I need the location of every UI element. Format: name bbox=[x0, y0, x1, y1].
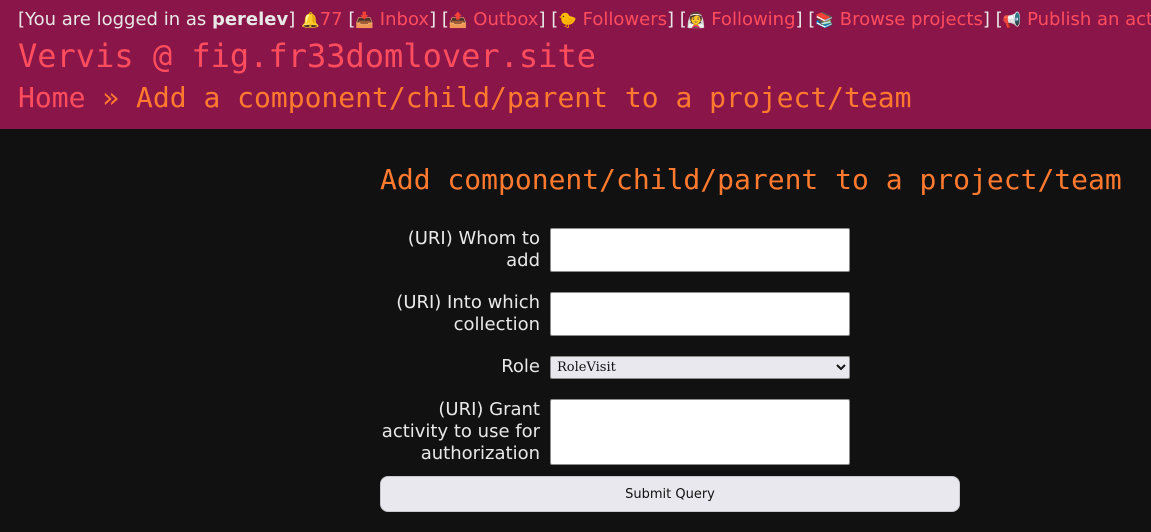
chick-icon: 🐤 bbox=[558, 11, 577, 29]
outbox-label: Outbox bbox=[473, 9, 539, 30]
role-select[interactable]: RoleVisit bbox=[550, 356, 850, 379]
outbox-tray-icon: 📤 bbox=[448, 11, 468, 29]
breadcrumb-separator: » bbox=[102, 81, 120, 114]
breadcrumb-home-link[interactable]: Home bbox=[18, 81, 85, 114]
notifications-count: 77 bbox=[319, 9, 343, 30]
whom-to-add-input[interactable] bbox=[550, 228, 850, 272]
publish-activity-label: Publish an activity bbox=[1027, 9, 1151, 30]
role-label: Role bbox=[501, 356, 540, 377]
megaphone-icon: 📢 bbox=[1002, 11, 1022, 29]
person-icon: 👰 bbox=[686, 11, 706, 29]
username: perelev bbox=[211, 9, 289, 30]
grant-activity-label: (URI) Grant activity to use for authoriz… bbox=[381, 399, 540, 464]
grant-activity-textarea[interactable] bbox=[550, 399, 850, 465]
outbox-link[interactable]: 📤 Outbox bbox=[449, 9, 539, 30]
inbox-link[interactable]: 📥 Inbox bbox=[355, 9, 429, 30]
bell-icon: 🔔 bbox=[301, 11, 320, 29]
logged-in-suffix: ] bbox=[288, 9, 296, 30]
books-icon: 📚 bbox=[815, 11, 834, 29]
breadcrumb-current: Add a component/child/parent to a projec… bbox=[136, 81, 912, 114]
browse-projects-label: Browse projects bbox=[839, 9, 983, 30]
header-bar: [You are logged in as perelev] 🔔77 [📥 In… bbox=[0, 0, 1151, 129]
collection-input[interactable] bbox=[550, 292, 850, 336]
whom-to-add-label: (URI) Whom to add bbox=[407, 228, 540, 271]
page-title: Add component/child/parent to a project/… bbox=[380, 163, 1122, 196]
submit-button[interactable]: Submit Query bbox=[380, 476, 960, 512]
notifications-link[interactable]: 🔔77 bbox=[301, 9, 343, 30]
following-link[interactable]: 👰 Following bbox=[687, 9, 796, 30]
site-title: Vervis @ fig.fr33domlover.site bbox=[18, 37, 596, 75]
logged-in-prefix: [You are logged in as bbox=[18, 9, 212, 30]
followers-link[interactable]: 🐤 Followers bbox=[558, 9, 667, 30]
collection-label: (URI) Into which collection bbox=[396, 292, 540, 335]
followers-label: Followers bbox=[582, 9, 667, 30]
inbox-tray-icon: 📥 bbox=[355, 11, 375, 29]
browse-projects-link[interactable]: 📚 Browse projects bbox=[815, 9, 983, 30]
following-label: Following bbox=[711, 9, 796, 30]
publish-activity-link[interactable]: 📢 Publish an activity bbox=[1003, 9, 1151, 30]
inbox-label: Inbox bbox=[379, 9, 430, 30]
breadcrumb: Home » Add a component/child/parent to a… bbox=[18, 80, 911, 116]
user-nav-bar: [You are logged in as perelev] 🔔77 [📥 In… bbox=[18, 8, 1151, 32]
